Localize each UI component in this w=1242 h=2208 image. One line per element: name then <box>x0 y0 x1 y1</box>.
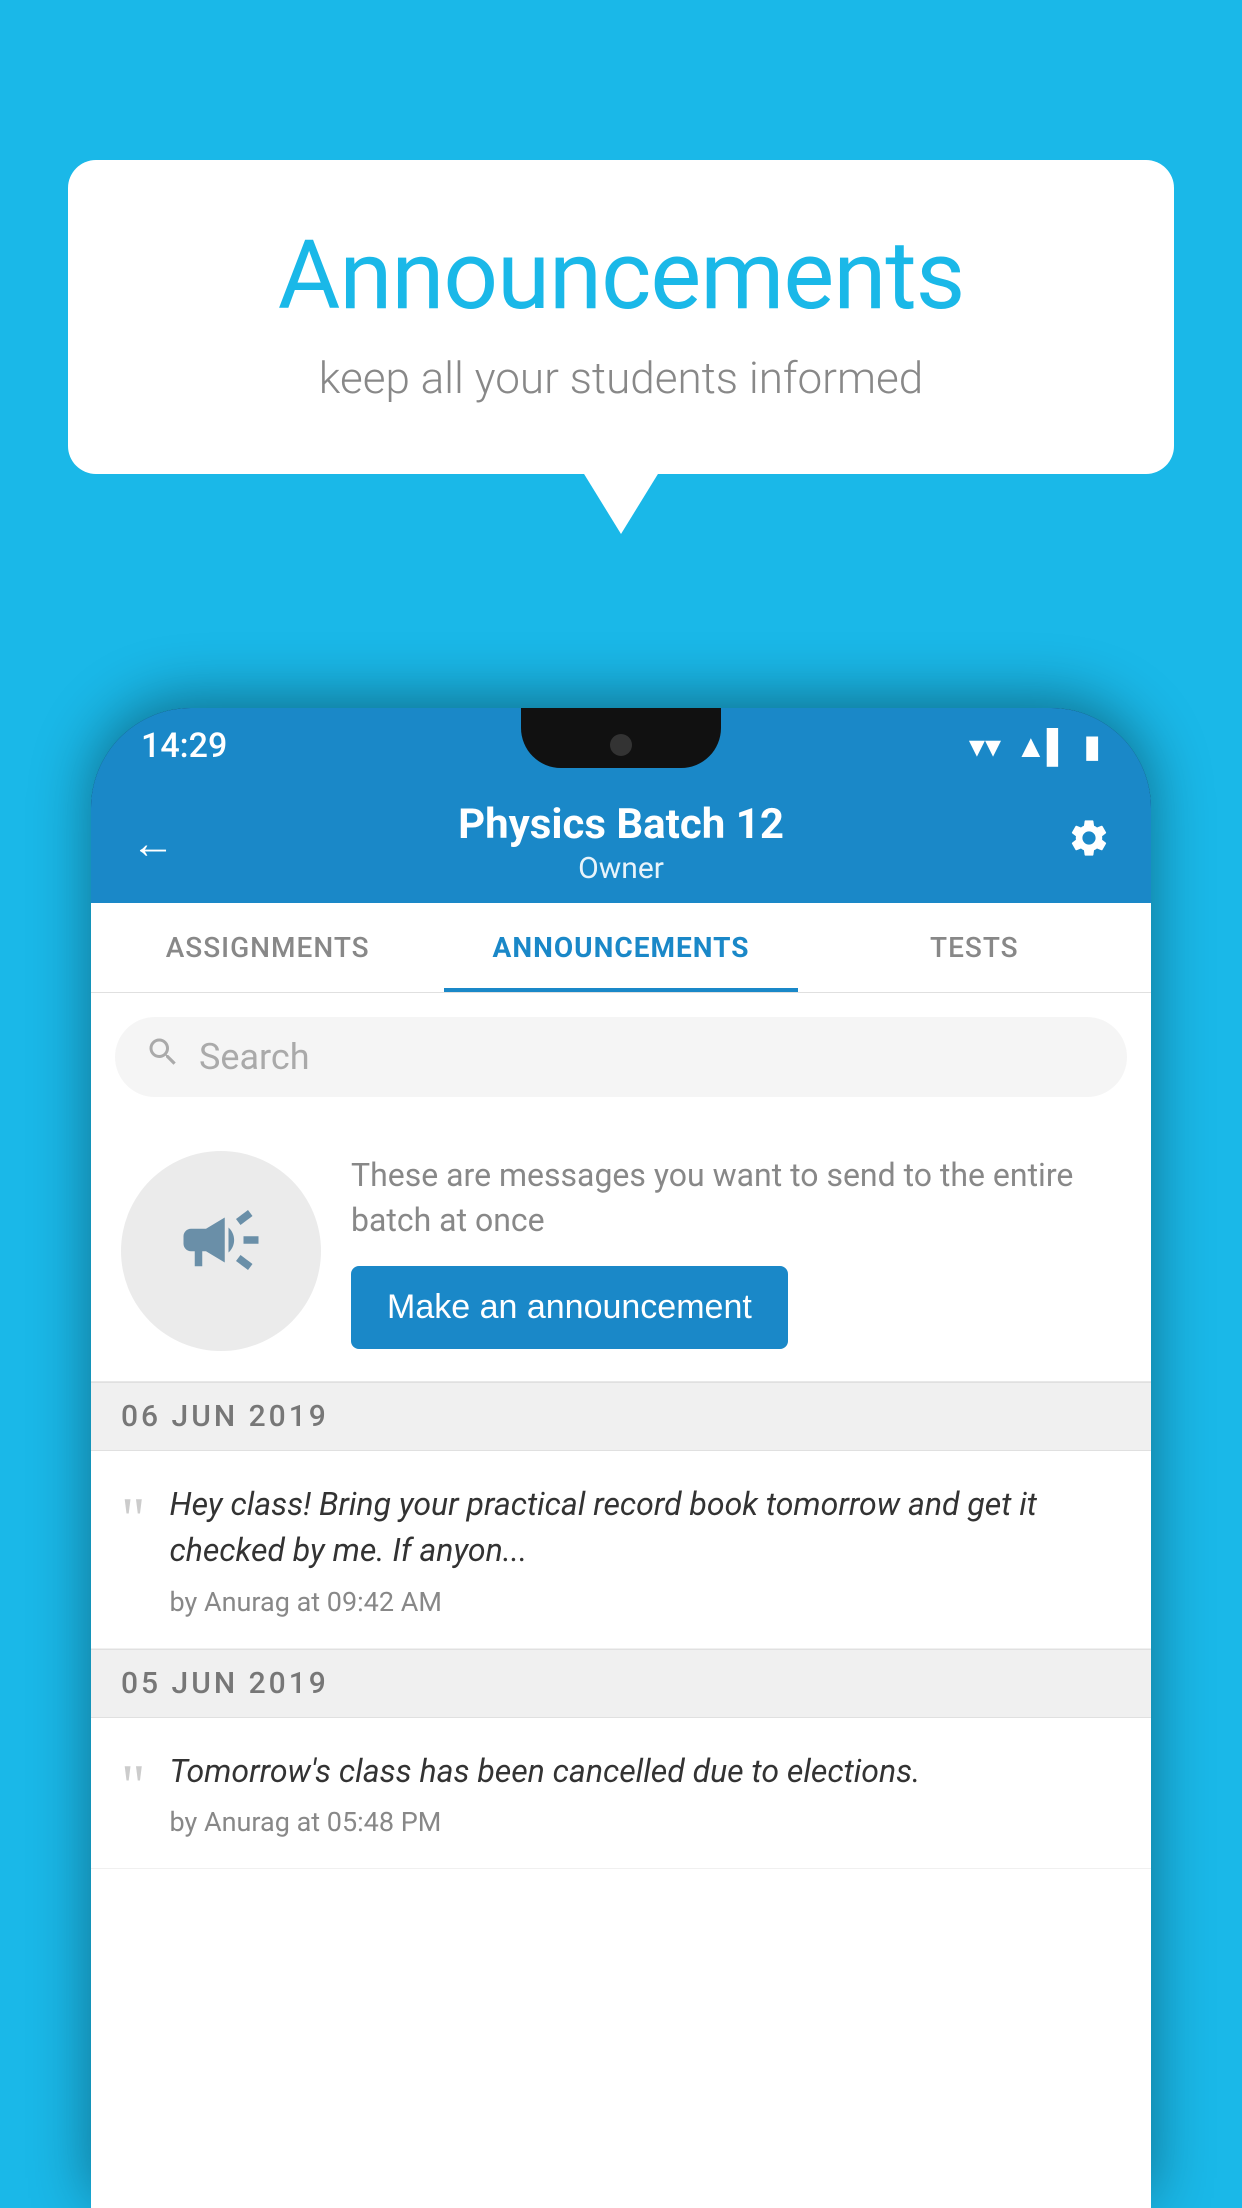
announcements-subtitle: keep all your students informed <box>148 352 1094 404</box>
announcement-item-2[interactable]: " Tomorrow's class has been cancelled du… <box>91 1718 1151 1869</box>
quote-icon-1: " <box>121 1489 146 1549</box>
phone-notch <box>521 708 721 768</box>
settings-button[interactable] <box>1067 816 1111 871</box>
megaphone-circle <box>121 1151 321 1351</box>
wifi-icon: ▾▾ <box>969 727 1001 765</box>
search-bar[interactable]: Search <box>115 1017 1127 1097</box>
speech-bubble: Announcements keep all your students inf… <box>68 160 1174 474</box>
app-bar-title: Physics Batch 12 <box>458 800 784 849</box>
status-time: 14:29 <box>141 726 227 766</box>
announcement-content-2: Tomorrow's class has been cancelled due … <box>170 1748 1122 1838</box>
date-separator-1: 06 JUN 2019 <box>91 1382 1151 1451</box>
search-icon <box>145 1034 181 1080</box>
prompt-right: These are messages you want to send to t… <box>351 1153 1121 1350</box>
battery-icon: ▮ <box>1083 727 1101 765</box>
back-button[interactable]: ← <box>131 817 175 869</box>
content-area: Search These are messages you want to se… <box>91 993 1151 2208</box>
prompt-description: These are messages you want to send to t… <box>351 1153 1121 1243</box>
tab-assignments[interactable]: ASSIGNMENTS <box>91 903 444 992</box>
announcement-text-1: Hey class! Bring your practical record b… <box>170 1481 1122 1574</box>
announcement-content-1: Hey class! Bring your practical record b… <box>170 1481 1122 1618</box>
megaphone-icon <box>176 1195 266 1307</box>
signal-icon: ▲▌ <box>1015 727 1069 765</box>
announcement-meta-2: by Anurag at 05:48 PM <box>170 1806 1122 1838</box>
tab-tests[interactable]: TESTS <box>798 903 1151 992</box>
date-separator-2: 05 JUN 2019 <box>91 1649 1151 1718</box>
tab-announcements[interactable]: ANNOUNCEMENTS <box>444 903 797 992</box>
announcements-title: Announcements <box>148 220 1094 332</box>
announcement-text-2: Tomorrow's class has been cancelled due … <box>170 1748 1122 1794</box>
announcement-prompt: These are messages you want to send to t… <box>91 1121 1151 1382</box>
app-bar: ← Physics Batch 12 Owner <box>91 783 1151 903</box>
phone-frame: 14:29 ▾▾ ▲▌ ▮ ← Physics Batch 12 Owner A… <box>91 708 1151 2208</box>
notch-camera <box>610 734 632 756</box>
make-announcement-button[interactable]: Make an announcement <box>351 1266 788 1349</box>
announcement-meta-1: by Anurag at 09:42 AM <box>170 1586 1122 1618</box>
search-placeholder: Search <box>199 1036 310 1078</box>
announcement-item-1[interactable]: " Hey class! Bring your practical record… <box>91 1451 1151 1649</box>
quote-icon-2: " <box>121 1756 146 1816</box>
speech-bubble-container: Announcements keep all your students inf… <box>68 160 1174 474</box>
status-icons: ▾▾ ▲▌ ▮ <box>969 727 1101 765</box>
app-bar-title-group: Physics Batch 12 Owner <box>458 800 784 886</box>
tab-bar: ASSIGNMENTS ANNOUNCEMENTS TESTS <box>91 903 1151 993</box>
app-bar-subtitle: Owner <box>458 851 784 886</box>
